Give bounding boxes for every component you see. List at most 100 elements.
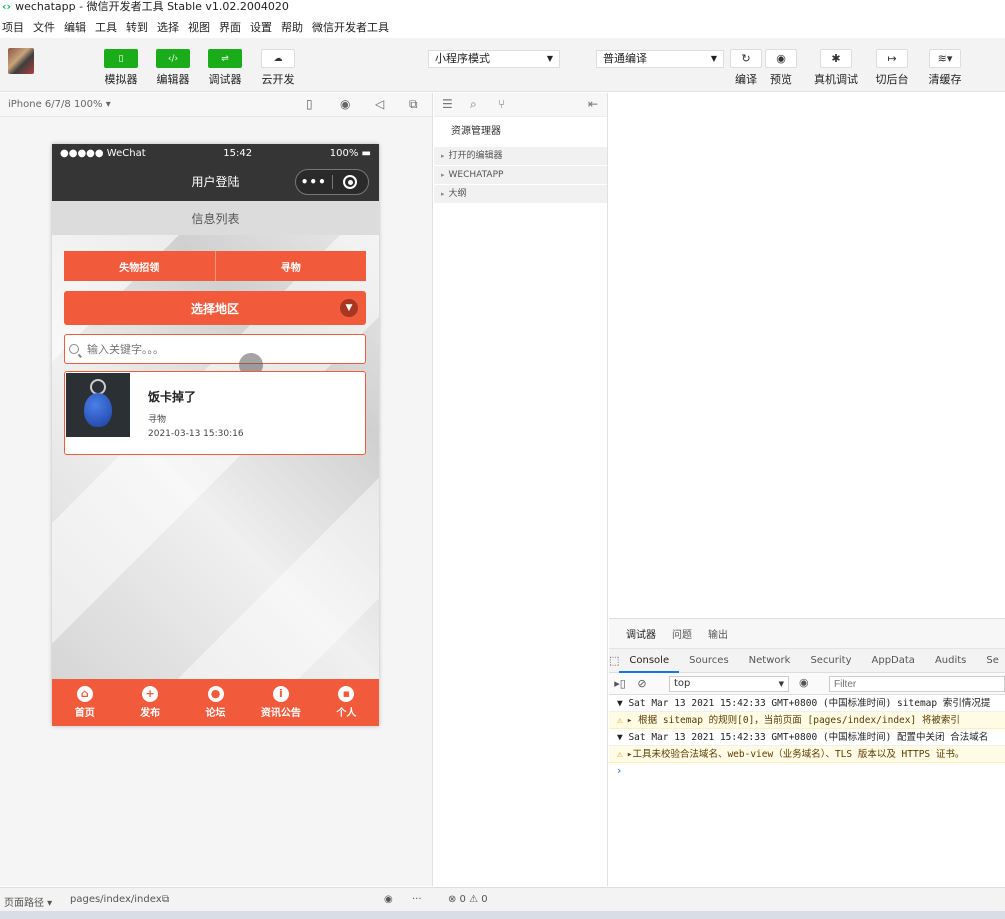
tab-lost-and-found[interactable]: 失物招领: [64, 251, 215, 281]
list-item[interactable]: 饭卡掉了 寻物 2021-03-13 15:30:16: [64, 371, 366, 455]
copy-icon[interactable]: ⧉: [162, 894, 169, 905]
os-taskbar: [0, 911, 1005, 919]
tab-console[interactable]: Console: [619, 649, 680, 673]
home-icon: ⌂: [76, 686, 93, 702]
tab-output[interactable]: 输出: [708, 626, 728, 641]
tab-audits[interactable]: Audits: [925, 649, 976, 673]
warning-icon: ⚠: [617, 715, 623, 726]
switch-background-button[interactable]: ↦ 切后台: [874, 49, 910, 87]
debugger-toggle-button[interactable]: ⇌ 调试器: [205, 49, 245, 87]
background-label: 切后台: [875, 73, 909, 86]
user-avatar[interactable]: [8, 48, 34, 74]
tab-network[interactable]: Network: [739, 649, 801, 673]
region-select-button[interactable]: 选择地区 ▼: [64, 291, 366, 325]
compile-mode-value: 普通编译: [603, 52, 647, 65]
tabbar-profile[interactable]: ▪ 个人: [314, 679, 379, 726]
battery-text: 100% ▬: [329, 147, 371, 159]
menu-item-view[interactable]: 视图: [188, 19, 210, 35]
real-debug-label: 真机调试: [814, 73, 858, 86]
clear-cache-button[interactable]: ≋▾ 清缓存: [927, 49, 963, 87]
sliders-icon: ⇌: [208, 49, 242, 68]
exit-icon: ↦: [876, 49, 908, 68]
console-warning-line[interactable]: ⚠ ▸工具未校验合法域名、web-view（业务域名）、TLS 版本以及 HTTP…: [609, 746, 1005, 763]
tab-more[interactable]: Se: [976, 649, 1005, 673]
menu-item-help[interactable]: 帮助: [281, 19, 303, 35]
eye-icon[interactable]: ◉: [799, 676, 809, 689]
menu-item-devtools[interactable]: 微信开发者工具: [312, 19, 389, 35]
carrier-text: ●●●●● WeChat: [60, 147, 146, 159]
console-log-line[interactable]: ▼ Sat Mar 13 2021 15:42:33 GMT+0800 (中国标…: [609, 695, 1005, 712]
cloud-dev-button[interactable]: ☁ 云开发: [258, 49, 298, 87]
file-explorer-panel: ☰ ⌕ ⑂ ⇤ 资源管理器 ▸ 打开的编辑器 ▸ WECHATAPP ▸ 大纲: [434, 93, 608, 886]
refresh-icon: ↻: [730, 49, 762, 68]
tab-problems[interactable]: 问题: [672, 626, 692, 641]
main-toolbar: ▯ 模拟器 ‹/› 编辑器 ⇌ 调试器 ☁ 云开发 小程序模式 ▼ 普通编译 ▼…: [0, 38, 1005, 92]
simulator-header: iPhone 6/7/8 100% ▾ ▯ ◉ ◁ ⧉: [0, 93, 432, 117]
menu-item-project[interactable]: 项目: [2, 19, 24, 35]
menu-item-settings[interactable]: 设置: [250, 19, 272, 35]
console-log-line[interactable]: ▼ Sat Mar 13 2021 15:42:33 GMT+0800 (中国标…: [609, 729, 1005, 746]
menu-item-select[interactable]: 选择: [157, 19, 179, 35]
console-filter-input[interactable]: [829, 676, 1005, 692]
clock-text: 15:42: [223, 147, 253, 159]
chat-icon: ▪: [338, 686, 355, 702]
sidebar-toggle-icon[interactable]: ▸▯: [609, 677, 631, 690]
context-select[interactable]: top ▼: [669, 676, 789, 692]
console-prompt[interactable]: ›: [609, 763, 1005, 779]
tabbar-home[interactable]: ⌂ 首页: [52, 679, 117, 726]
device-select[interactable]: iPhone 6/7/8 100% ▾: [8, 99, 111, 110]
tab-seeking-item[interactable]: 寻物: [214, 251, 367, 281]
tabbar-forum[interactable]: ● 论坛: [183, 679, 248, 726]
warning-icon: ⚠: [617, 749, 623, 760]
editor-area[interactable]: [609, 93, 1005, 617]
clear-console-icon[interactable]: ⊘: [631, 677, 653, 690]
menu-item-tools[interactable]: 工具: [95, 19, 117, 35]
explorer-title: 资源管理器: [451, 126, 501, 137]
close-capsule-icon[interactable]: [332, 175, 368, 189]
eye-icon[interactable]: ◉: [384, 894, 393, 905]
search-input[interactable]: [87, 342, 287, 356]
more-icon[interactable]: ···: [412, 894, 422, 905]
menu-item-goto[interactable]: 转到: [126, 19, 148, 35]
tabbar-news[interactable]: i 资讯公告: [248, 679, 313, 726]
real-device-debug-button[interactable]: ✱ 真机调试: [814, 49, 858, 87]
explorer-section-project[interactable]: ▸ WECHATAPP: [434, 166, 607, 185]
error-warning-counts[interactable]: ⊗ 0 ⚠ 0: [448, 894, 488, 905]
simulator-label: 模拟器: [104, 73, 138, 86]
preview-button[interactable]: ◉ 预览: [765, 49, 797, 87]
editor-toggle-button[interactable]: ‹/› 编辑器: [153, 49, 193, 87]
tabbar-publish[interactable]: + 发布: [117, 679, 182, 726]
list-icon[interactable]: ☰: [442, 97, 453, 111]
console-warning-line[interactable]: ⚠ ▸ 根据 sitemap 的规则[0]，当前页面 [pages/index/i…: [609, 712, 1005, 729]
explorer-section-outline[interactable]: ▸ 大纲: [434, 185, 607, 204]
explorer-section-open-editors[interactable]: ▸ 打开的编辑器: [434, 147, 607, 166]
more-menu-icon[interactable]: •••: [296, 175, 332, 189]
record-icon[interactable]: ◉: [340, 97, 350, 111]
info-icon: i: [272, 686, 289, 702]
preview-label: 预览: [770, 73, 792, 86]
simulator-toggle-button[interactable]: ▯ 模拟器: [101, 49, 141, 87]
menu-item-edit[interactable]: 编辑: [64, 19, 86, 35]
inspect-element-icon[interactable]: ⬚: [609, 654, 619, 667]
item-category: 寻物: [148, 415, 167, 425]
tab-debugger[interactable]: 调试器: [626, 626, 656, 641]
branch-icon[interactable]: ⑂: [498, 97, 505, 111]
footer-status-bar: 页面路径 ▾ pages/index/index ⧉ ◉ ··· ⊗ 0 ⚠ 0: [0, 887, 1005, 911]
search-icon[interactable]: ⌕: [470, 97, 477, 112]
compile-button[interactable]: ↻ 编译: [730, 49, 762, 87]
chevron-down-icon: ▼: [710, 54, 717, 63]
compile-mode-select[interactable]: 普通编译 ▼: [596, 50, 724, 68]
menu-item-interface[interactable]: 界面: [219, 19, 241, 35]
volume-icon[interactable]: ◁: [375, 97, 384, 111]
tab-security[interactable]: Security: [800, 649, 861, 673]
tab-appdata[interactable]: AppData: [862, 649, 925, 673]
page-path-select[interactable]: 页面路径 ▾: [4, 894, 52, 909]
chevron-down-icon: ▼: [546, 54, 553, 63]
collapse-panel-icon[interactable]: ⇤: [588, 97, 598, 111]
window-titlebar: ‹› wechatapp - 微信开发者工具 Stable v1.02.20040…: [0, 0, 1005, 15]
phone-icon[interactable]: ▯: [306, 97, 313, 111]
menu-item-file[interactable]: 文件: [33, 19, 55, 35]
mode-select[interactable]: 小程序模式 ▼: [428, 50, 560, 68]
tab-sources[interactable]: Sources: [679, 649, 739, 673]
detach-window-icon[interactable]: ⧉: [409, 97, 418, 112]
